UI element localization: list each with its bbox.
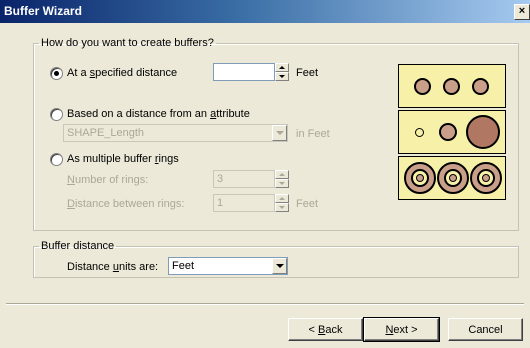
ring-buffer-icon <box>404 162 436 194</box>
buffer-wizard-window: Buffer Wizard × How do you want to creat… <box>0 0 530 348</box>
buffer-circle-icon <box>414 78 431 95</box>
rings-unit-label: Feet <box>296 198 319 210</box>
distance-units-label: Distance units are: <box>67 261 159 273</box>
distance-between-rings-input[interactable]: 1 <box>213 194 275 212</box>
multiple-rings-label: As multiple buffer rings <box>67 153 179 165</box>
spin-up-icon[interactable] <box>275 194 289 203</box>
spin-up-icon[interactable] <box>275 63 289 72</box>
close-button[interactable]: × <box>514 4 530 20</box>
spin-down-icon[interactable] <box>275 179 289 188</box>
distance-spinner[interactable] <box>275 63 289 81</box>
buffer-circle-icon <box>472 78 489 95</box>
buffer-distance-legend: Buffer distance <box>41 240 115 252</box>
number-of-rings-label: Number of rings: <box>67 174 149 186</box>
medium-buffer-circle-icon <box>439 123 457 141</box>
distance-input[interactable] <box>213 63 275 81</box>
cancel-button[interactable]: Cancel <box>448 318 523 341</box>
attribute-unit-label: in Feet <box>296 128 330 140</box>
ring-distance-spinner[interactable] <box>275 194 289 212</box>
ring-buffer-icon <box>470 162 502 194</box>
buffer-circle-icon <box>443 78 460 95</box>
specified-distance-illustration <box>398 64 506 108</box>
spin-down-icon[interactable] <box>275 203 289 212</box>
distance-unit-label: Feet <box>296 67 319 79</box>
radio-attribute-distance[interactable] <box>50 108 63 121</box>
spin-down-icon[interactable] <box>275 72 289 81</box>
window-title: Buffer Wizard <box>4 4 82 18</box>
small-buffer-circle-icon <box>415 128 424 137</box>
specified-distance-label: At a specified distance <box>67 67 178 79</box>
back-button[interactable]: < Back <box>288 318 363 341</box>
spin-up-icon[interactable] <box>275 170 289 179</box>
rings-spinner[interactable] <box>275 170 289 188</box>
ring-buffer-icon <box>437 162 469 194</box>
attribute-dropdown-arrow-icon[interactable] <box>272 125 287 141</box>
distance-between-rings-label: Distance between rings: <box>67 198 185 210</box>
create-buffers-legend: How do you want to create buffers? <box>41 37 214 49</box>
radio-multiple-rings[interactable] <box>50 153 63 166</box>
attribute-field-select[interactable]: SHAPE_Length <box>63 124 288 142</box>
title-bar: Buffer Wizard × <box>0 0 530 23</box>
multiple-rings-illustration <box>398 156 506 200</box>
footer-divider <box>6 303 524 305</box>
next-button[interactable]: Next > <box>363 317 440 342</box>
large-buffer-circle-icon <box>466 115 500 149</box>
number-of-rings-input[interactable]: 3 <box>213 170 275 188</box>
units-dropdown-arrow-icon[interactable] <box>272 258 287 274</box>
attribute-distance-illustration <box>398 110 506 154</box>
attribute-distance-label: Based on a distance from an attribute <box>67 108 250 120</box>
distance-units-select[interactable]: Feet <box>168 257 288 275</box>
radio-specified-distance[interactable] <box>50 67 63 80</box>
